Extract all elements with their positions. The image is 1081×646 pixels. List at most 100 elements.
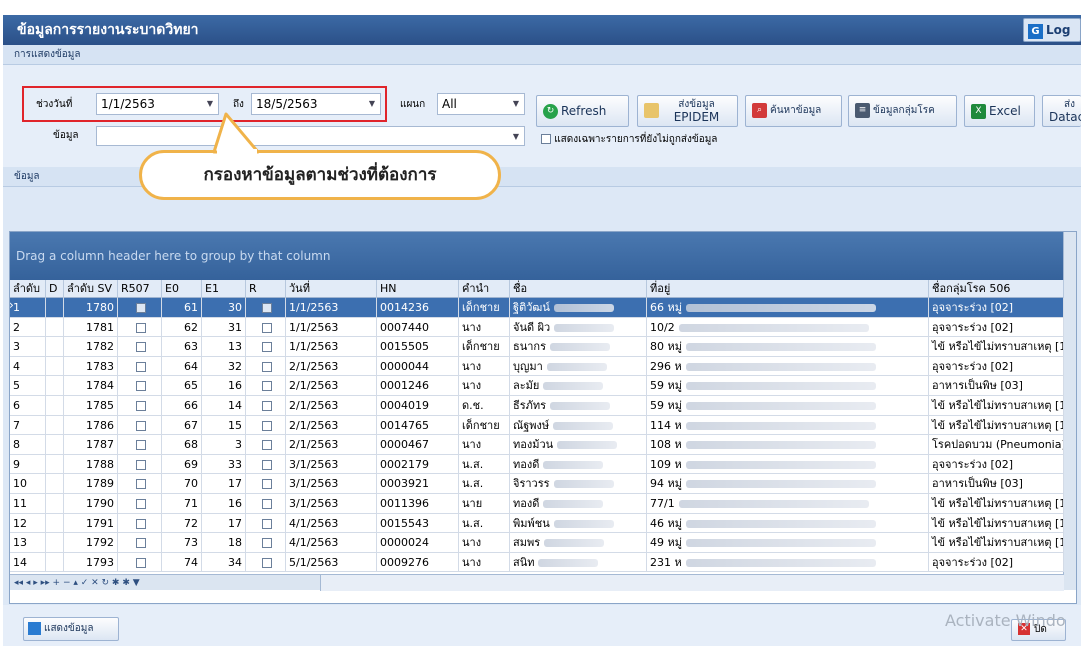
cell-name[interactable]: ธีรภัทร [510,396,647,415]
checkbox[interactable] [262,420,272,431]
row-checkbox[interactable] [246,317,286,337]
cell-no[interactable]: 4 [10,356,46,376]
column-header[interactable]: R507 [118,280,162,298]
cell-disease[interactable]: อาหารเป็นพิษ [03] [929,474,1064,494]
cell-addr[interactable]: 49 หมู่ [647,533,929,553]
cell-date[interactable]: 3/1/2563 [286,494,377,513]
cell-no[interactable]: 3 [10,337,46,357]
cell-title[interactable]: นาง [459,552,510,572]
checkbox[interactable] [136,538,146,549]
cell-d[interactable] [46,317,64,337]
cell-e1[interactable]: 3 [202,435,246,455]
cell-title[interactable]: เด็กชาย [459,337,510,357]
cell-sv[interactable]: 1787 [64,435,118,455]
cell-no[interactable]: 2 [10,317,46,337]
vertical-scrollbar[interactable] [1063,232,1076,590]
cell-d[interactable] [46,376,64,396]
row-checkbox[interactable] [246,513,286,533]
cell-d[interactable] [46,454,64,474]
cell-no[interactable]: 7 [10,415,46,435]
cell-date[interactable]: 1/1/2563 [286,298,377,317]
checkbox[interactable] [136,303,146,313]
log-button[interactable]: G Log [1023,18,1081,42]
cell-sv[interactable]: 1790 [64,494,118,513]
row-checkbox[interactable] [246,415,286,435]
cell-no[interactable]: 5 [10,376,46,396]
cell-e0[interactable]: 70 [162,474,202,494]
chevron-down-icon[interactable]: ▼ [513,94,519,114]
refresh-button[interactable]: ↻ Refresh [536,95,629,127]
cell-e0[interactable]: 67 [162,415,202,435]
checkbox[interactable] [262,303,272,313]
row-checkbox[interactable] [246,552,286,572]
cell-date[interactable]: 3/1/2563 [286,454,377,474]
cell-date[interactable]: 5/1/2563 [286,552,377,572]
cell-disease[interactable]: ไข้ หรือไข้ไม่ทราบสาเหตุ [18] [929,337,1064,357]
cell-sv[interactable]: 1786 [64,415,118,435]
table-row[interactable]: 9 1788 69 33 3/1/2563 0002179 น.ส. ทองดี 109 ห อุ… [10,454,1064,475]
column-header[interactable]: คำนำ [459,280,510,298]
show-data-button[interactable]: แสดงข้อมูล [23,617,119,641]
group-by-panel[interactable]: Drag a column header here to group by th… [10,232,1064,280]
cell-sv[interactable]: 1781 [64,317,118,337]
cell-addr[interactable]: 114 ห [647,415,929,435]
cell-hn[interactable]: 0000467 [377,435,459,455]
column-header[interactable]: ลำดับ [10,280,46,298]
cell-hn[interactable]: 0000044 [377,356,459,376]
checkbox[interactable] [136,557,146,568]
cell-sv[interactable]: 1791 [64,513,118,533]
cell-hn[interactable]: 0000024 [377,533,459,553]
cell-sv[interactable]: 1784 [64,376,118,396]
table-row[interactable]: 7 1786 67 15 2/1/2563 0014765 เด็กชาย ณัฐพงษ์ 11… [10,415,1064,436]
cell-hn[interactable]: 0011396 [377,494,459,513]
table-row[interactable]: 6 1785 66 14 2/1/2563 0004019 ด.ช. ธีรภัทร 59 หม… [10,396,1064,416]
cell-date[interactable]: 2/1/2563 [286,356,377,376]
cell-addr[interactable]: 10/2 [647,317,929,337]
table-row[interactable]: 11 1790 71 16 3/1/2563 0011396 นาย ทองดี 77/1 ไข้… [10,494,1064,514]
cell-name[interactable]: จันดี ผิว [510,317,647,337]
row-checkbox[interactable] [246,533,286,553]
checkbox[interactable] [136,322,146,333]
cell-date[interactable]: 2/1/2563 [286,376,377,396]
cell-hn[interactable]: 0014236 [377,298,459,317]
disease-group-button[interactable]: ≡ ข้อมูลกลุ่มโรค [848,95,957,127]
search-data-button[interactable]: ⌕ ค้นหาข้อมูล [745,95,842,127]
column-header[interactable]: ลำดับ SV [64,280,118,298]
cell-e0[interactable]: 65 [162,376,202,396]
checkbox[interactable] [262,361,272,372]
row-checkbox[interactable] [118,494,162,513]
row-checkbox[interactable] [118,533,162,553]
cell-addr[interactable]: 80 หมู่ [647,337,929,357]
cell-d[interactable] [46,415,64,435]
cell-name[interactable]: ละมัย [510,376,647,396]
cell-date[interactable]: 2/1/2563 [286,396,377,415]
column-header[interactable]: HN [377,280,459,298]
row-checkbox[interactable] [246,454,286,474]
row-checkbox[interactable] [246,376,286,396]
cell-e0[interactable]: 62 [162,317,202,337]
row-checkbox[interactable] [246,396,286,415]
cell-name[interactable]: ทองม้วน [510,435,647,455]
cell-e1[interactable]: 31 [202,317,246,337]
cell-no[interactable]: 11 [10,494,46,513]
cell-hn[interactable]: 0015505 [377,337,459,357]
cell-disease[interactable]: โรคปอดบวม (Pneumonia) [929,435,1064,455]
checkbox[interactable] [136,361,146,372]
table-row[interactable]: 12 1791 72 17 4/1/2563 0015543 น.ส. พิมพ์ชน 46 ห… [10,513,1064,534]
cell-no[interactable]: 6 [10,396,46,415]
cell-date[interactable]: 1/1/2563 [286,337,377,357]
cell-e1[interactable]: 18 [202,533,246,553]
cell-title[interactable]: น.ส. [459,474,510,494]
cell-title[interactable]: นาย [459,494,510,513]
checkbox[interactable] [262,499,272,509]
cell-hn[interactable]: 0009276 [377,552,459,572]
checkbox[interactable] [136,381,146,392]
checkbox[interactable] [136,420,146,431]
cell-disease[interactable]: ไข้ หรือไข้ไม่ทราบสาเหตุ [18] [929,513,1064,533]
table-row[interactable]: 13 1792 73 18 4/1/2563 0000024 นาง สมพร 49 หมู่ ไ… [10,533,1064,553]
checkbox[interactable] [262,518,272,529]
row-checkbox[interactable] [118,376,162,396]
cell-e0[interactable]: 63 [162,337,202,357]
cell-d[interactable] [46,435,64,455]
table-row[interactable]: 3 1782 63 13 1/1/2563 0015505 เด็กชาย ธนากร 80 ห… [10,337,1064,357]
